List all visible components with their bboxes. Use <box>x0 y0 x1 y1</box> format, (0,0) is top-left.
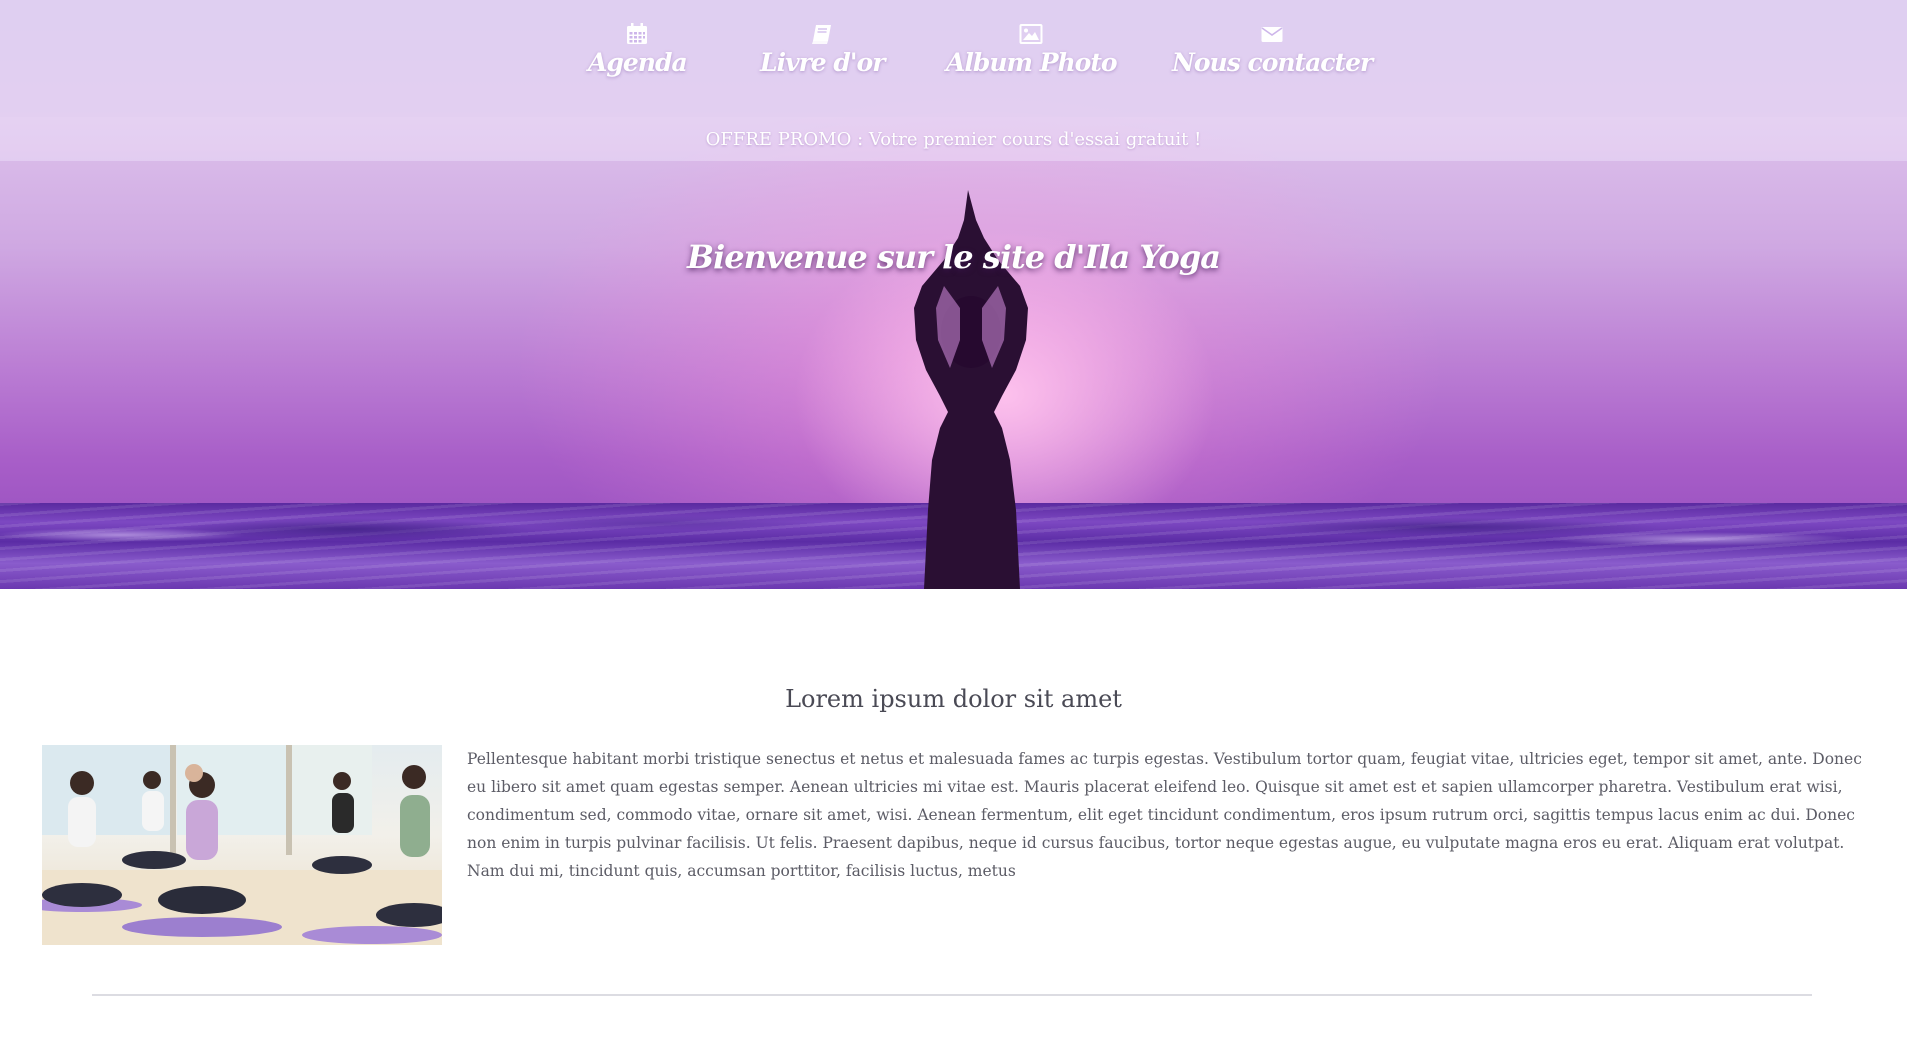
nav-item-nous-contacter[interactable]: Nous contacter <box>1172 22 1373 78</box>
nav-item-livre-dor[interactable]: Livre d'or <box>760 22 885 78</box>
calendar-icon <box>627 23 648 44</box>
promo-text: OFFRE PROMO : Votre premier cours d'essa… <box>705 128 1202 150</box>
top-navigation: Agenda Livre d'or Album Photo Nous conta… <box>0 0 1907 117</box>
nav-item-agenda[interactable]: Agenda <box>588 22 688 78</box>
nav-label-livre-dor: Livre d'or <box>760 48 885 77</box>
section-divider <box>92 994 1812 996</box>
picture-icon <box>1019 24 1043 44</box>
nav-label-agenda: Agenda <box>588 48 688 77</box>
hero-banner: Agenda Livre d'or Album Photo Nous conta… <box>0 0 1907 589</box>
hero-title: Bienvenue sur le site d'Ila Yoga <box>687 238 1221 276</box>
book-icon <box>812 25 832 44</box>
envelope-icon <box>1261 27 1283 42</box>
intro-paragraph: Pellentesque habitant morbi tristique se… <box>467 750 1862 880</box>
section-heading: Lorem ipsum dolor sit amet <box>785 685 1122 713</box>
nav-label-nous-contacter: Nous contacter <box>1172 48 1373 77</box>
promo-banner: OFFRE PROMO : Votre premier cours d'essa… <box>0 117 1907 161</box>
yoga-class-photo <box>42 745 442 945</box>
nav-item-album-photo[interactable]: Album Photo <box>946 22 1118 78</box>
nav-label-album-photo: Album Photo <box>946 48 1118 77</box>
